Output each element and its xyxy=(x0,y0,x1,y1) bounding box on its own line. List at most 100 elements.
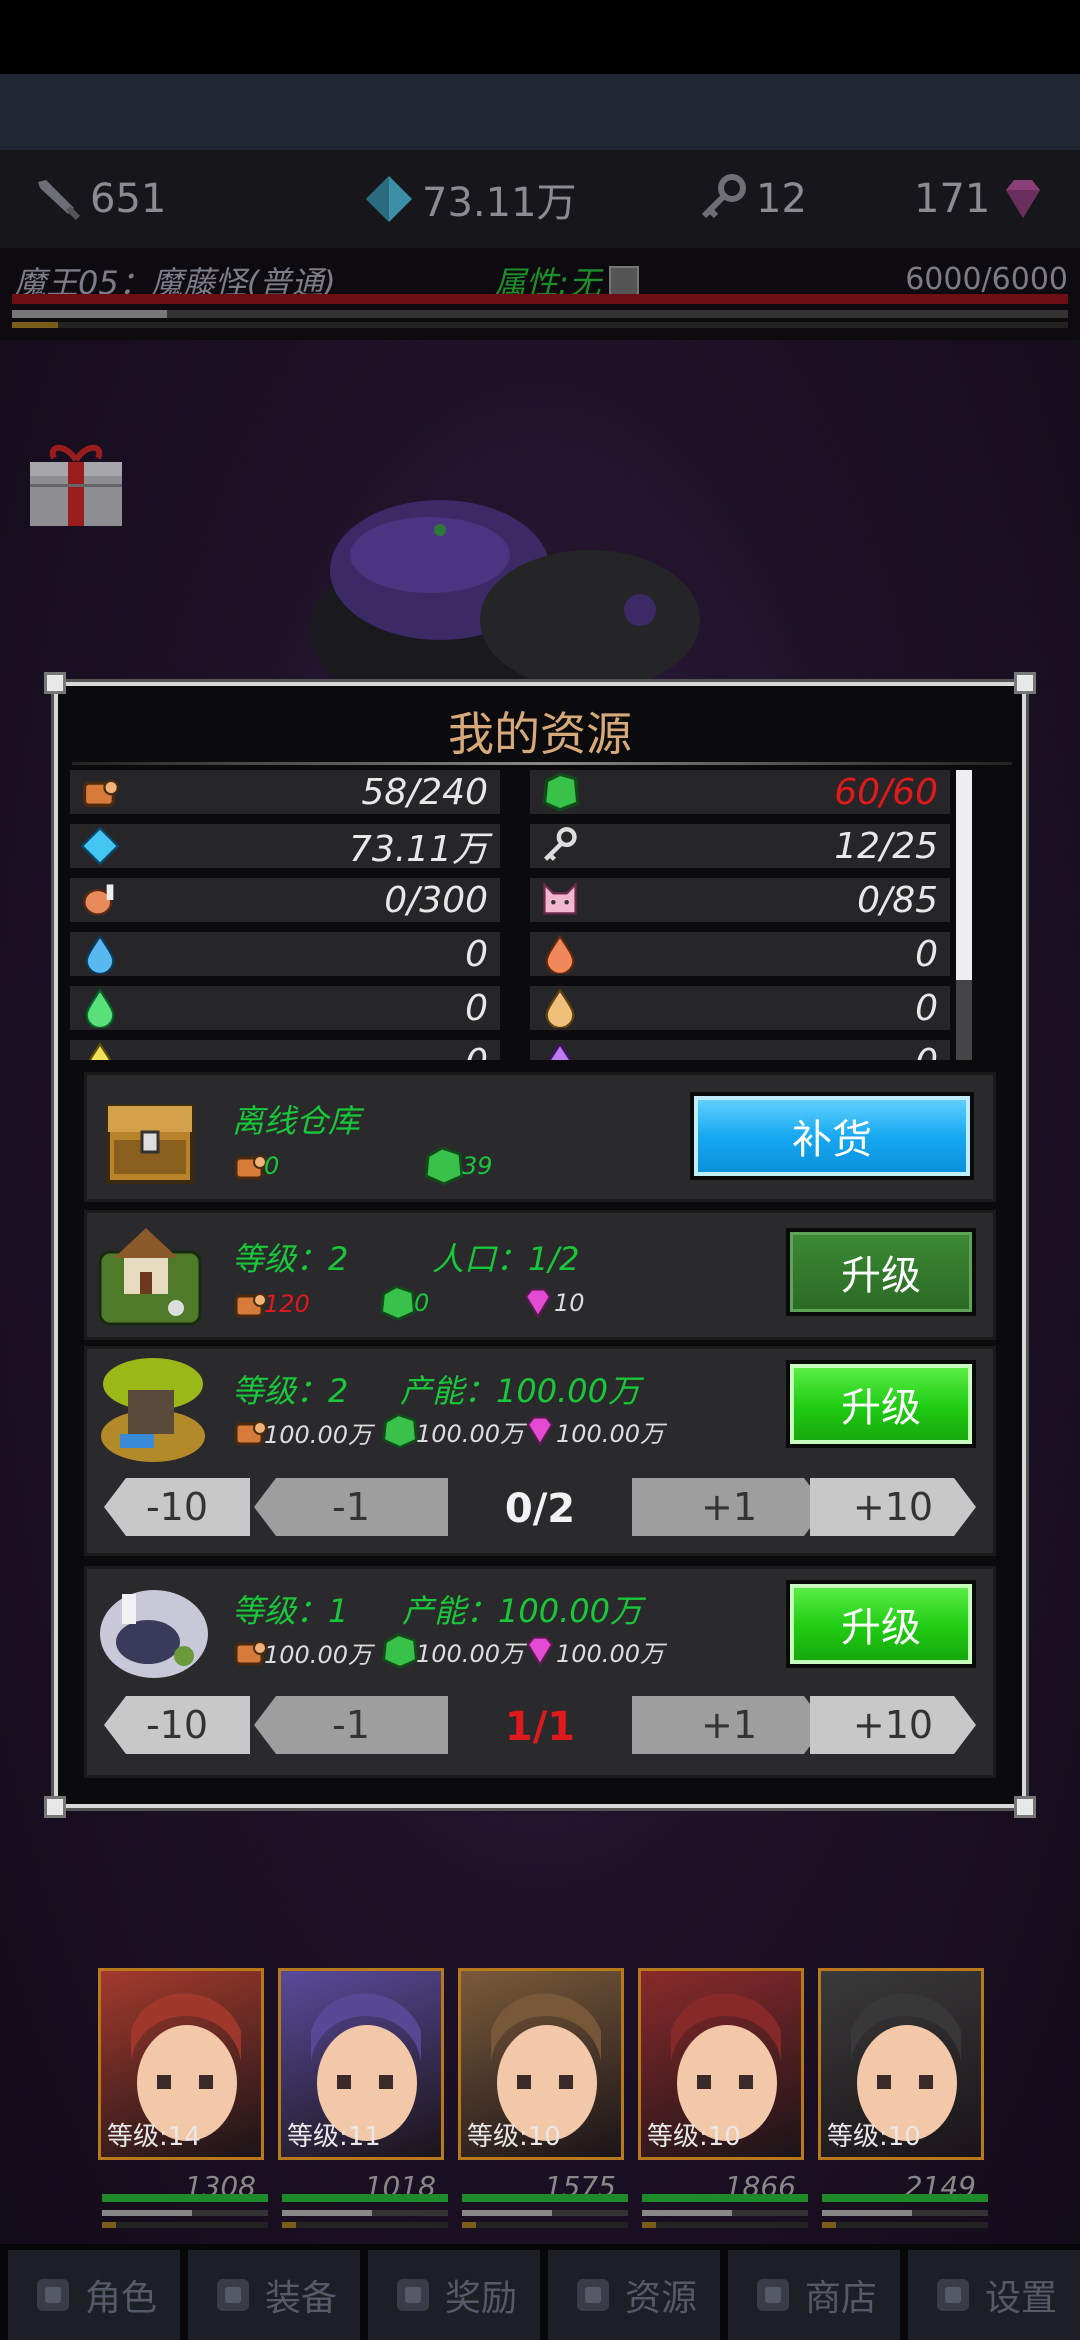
restock-button[interactable]: 补货 xyxy=(690,1092,974,1180)
key-stat: 12 xyxy=(696,172,807,226)
resource-value: 58/240 xyxy=(361,771,488,813)
resource-scrollbar[interactable] xyxy=(956,770,972,1060)
warehouse-ore: 39 xyxy=(422,1146,493,1186)
resource-value: 0 xyxy=(465,987,488,1029)
dialog-title: 我的资源 xyxy=(448,707,632,761)
green-drop-icon xyxy=(85,988,115,1028)
hero-exp-bar xyxy=(102,2222,268,2228)
lumber-cost-gem-value: 100.00万 xyxy=(556,1419,664,1448)
mine-minus1-button[interactable]: -1 xyxy=(254,1696,448,1754)
hero-exp-bar xyxy=(282,2222,448,2228)
resource-value: 60/60 xyxy=(834,771,938,813)
resource-value: 12/25 xyxy=(834,825,938,867)
hero-mp-bar xyxy=(282,2210,448,2216)
resource-row: 0 xyxy=(530,986,950,1030)
title-divider xyxy=(72,762,1012,765)
attack-stat: 651 xyxy=(30,172,166,226)
mine-upgrade-button[interactable]: 升级 xyxy=(786,1580,976,1668)
hero-level: 等级:10 xyxy=(467,2122,561,2152)
lumber-cost-ore-value: 100.00万 xyxy=(416,1419,524,1448)
pink-cat-icon xyxy=(543,881,577,915)
boss-monster xyxy=(310,500,700,700)
resource-row: 60/60 xyxy=(530,770,950,814)
hero-portrait[interactable]: 等级:10 xyxy=(458,1968,624,2160)
village-upgrade-button[interactable]: 升级 xyxy=(786,1228,976,1316)
green-ore-icon xyxy=(542,772,580,812)
settings-icon xyxy=(936,2279,969,2311)
keys-value: 12 xyxy=(756,176,807,222)
resource-value: 0 xyxy=(465,933,488,975)
mine-minus10-button[interactable]: -10 xyxy=(104,1696,250,1754)
resource-value: 0/85 xyxy=(857,879,938,921)
mine-plus10-button[interactable]: +10 xyxy=(810,1696,976,1754)
wood-icon xyxy=(234,1421,267,1446)
lumber-minus10-button[interactable]: -10 xyxy=(104,1478,250,1536)
hero-exp-bar xyxy=(642,2222,808,2228)
tab-label: 角色 xyxy=(84,2278,157,2319)
green-ore-icon xyxy=(424,1146,464,1186)
lumber-plus1-button[interactable]: +1 xyxy=(632,1478,826,1536)
crystal-value: 73.11万 xyxy=(422,180,577,226)
resource-list[interactable]: 58/240 60/60 73.11万 12/25 0/300 0/85 0 0 0 0 0 0 xyxy=(70,770,950,1060)
tab-equipment[interactable]: 装备 xyxy=(188,2250,360,2340)
tab-label: 资源 xyxy=(624,2278,697,2319)
hero-hp-bar xyxy=(822,2194,988,2202)
mine-cost-wood-value: 100.00万 xyxy=(264,1640,372,1669)
mine-plus1-button[interactable]: +1 xyxy=(632,1696,826,1754)
lumber-upgrade-button[interactable]: 升级 xyxy=(786,1360,976,1448)
trophy-icon xyxy=(396,2279,429,2311)
lumber-level: 等级：2 xyxy=(232,1372,349,1410)
tab-trophy[interactable]: 奖励 xyxy=(368,2250,540,2340)
green-ore-icon xyxy=(382,1633,418,1669)
purple-drop-icon xyxy=(548,1042,572,1060)
resource-row: 0 xyxy=(70,1040,500,1060)
hero-mp-bar xyxy=(642,2210,808,2216)
tab-label: 装备 xyxy=(264,2278,337,2319)
boss-hp: 6000/6000 xyxy=(905,262,1068,297)
dialog-corner xyxy=(1014,1796,1036,1818)
hero-portrait[interactable]: 等级:11 xyxy=(278,1968,444,2160)
tab-label: 商店 xyxy=(804,2278,877,2319)
blue-drop-icon xyxy=(85,934,115,974)
wood-icon xyxy=(234,1155,267,1180)
hero-exp-bar xyxy=(462,2222,628,2228)
resource-icon xyxy=(576,2279,609,2311)
mine-cost-ore-value: 100.00万 xyxy=(416,1639,524,1668)
green-ore-icon xyxy=(382,1413,418,1449)
lumber-plus10-button[interactable]: +10 xyxy=(810,1478,976,1536)
warehouse-wood-value: 0 xyxy=(264,1152,280,1180)
resource-row: 0 xyxy=(70,986,500,1030)
hero-level: 等级:14 xyxy=(107,2122,201,2152)
mine-cost-gem: 100.00万 xyxy=(520,1632,664,1670)
village-cost-gem-value: 10 xyxy=(554,1289,585,1317)
boss-shield-bar xyxy=(12,310,1068,318)
resource-row: 58/240 xyxy=(70,770,500,814)
tab-shop[interactable]: 商店 xyxy=(728,2250,900,2340)
character-icon xyxy=(36,2279,69,2311)
attack-value: 651 xyxy=(90,176,167,222)
resource-value: 0 xyxy=(915,1042,938,1061)
mine-cost-ore: 100.00万 xyxy=(380,1632,524,1670)
hero-portrait[interactable]: 等级:14 xyxy=(98,1968,264,2160)
mine-cost-gem-value: 100.00万 xyxy=(556,1639,664,1668)
equipment-icon xyxy=(216,2279,249,2311)
hero-mp-bar xyxy=(462,2210,628,2216)
warehouse-ore-value: 39 xyxy=(462,1152,493,1180)
sword-icon xyxy=(38,180,81,221)
lumber-cost-wood-value: 100.00万 xyxy=(264,1420,372,1449)
tab-settings[interactable]: 设置 xyxy=(908,2250,1080,2340)
resource-row: 0 xyxy=(530,932,950,976)
hero-portrait[interactable]: 等级:10 xyxy=(638,1968,804,2160)
wood-icon xyxy=(234,1641,267,1666)
tab-character[interactable]: 角色 xyxy=(8,2250,180,2340)
lumber-minus1-button[interactable]: -1 xyxy=(254,1478,448,1536)
village-cost-wood: 120 xyxy=(232,1286,310,1322)
attribute-icon xyxy=(608,266,639,296)
hero-portrait[interactable]: 等级:10 xyxy=(818,1968,984,2160)
village-icon xyxy=(98,1228,202,1326)
warehouse-label: 离线仓库 xyxy=(232,1102,361,1140)
key-icon xyxy=(543,827,577,861)
gift-icon[interactable] xyxy=(28,436,124,528)
tab-resource[interactable]: 资源 xyxy=(548,2250,720,2340)
resource-value: 0 xyxy=(915,933,938,975)
